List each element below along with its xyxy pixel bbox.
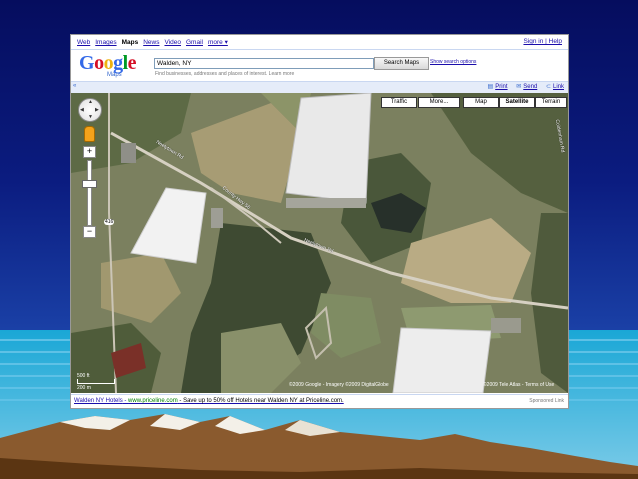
satellite-view-button[interactable]: Satellite — [499, 97, 535, 108]
search-maps-button[interactable]: Search Maps — [374, 57, 429, 70]
traffic-button[interactable]: Traffic — [381, 97, 417, 108]
nav-link-more[interactable]: more ▾ — [208, 39, 228, 46]
search-input[interactable]: Walden, NY — [154, 58, 374, 69]
more-layers-button[interactable]: More... — [418, 97, 460, 108]
map-view-button[interactable]: Map — [463, 97, 499, 108]
pegman-icon[interactable] — [84, 126, 95, 142]
printer-icon: ▤ — [487, 84, 494, 90]
nav-link-gmail[interactable]: Gmail — [186, 39, 203, 46]
browser-window: Web Images Maps News Video Gmail more ▾ Sign i… — [70, 34, 569, 409]
scale-bar — [77, 379, 115, 384]
print-link[interactable]: Print — [495, 84, 507, 90]
envelope-icon: ✉ — [516, 84, 522, 90]
search-hint-text: Find businesses, addresses and places of… — [155, 71, 295, 77]
pan-right-icon[interactable]: ▶ — [95, 107, 99, 113]
ad-title[interactable]: Walden NY Hotels — [74, 398, 123, 404]
scale-meters: 200 m — [77, 385, 91, 391]
sign-in-help-link[interactable]: Sign in | Help — [523, 38, 562, 45]
imagery-copyright: ©2009 Google - Imagery ©2009 DigitalGlob… — [289, 382, 389, 388]
link-link[interactable]: Link — [553, 84, 564, 90]
nav-link-images[interactable]: Images — [95, 39, 116, 46]
nav-link-news[interactable]: News — [143, 39, 159, 46]
logo-subtitle: Maps — [107, 72, 122, 78]
sponsored-label: Sponsored Link — [529, 398, 564, 404]
google-maps-logo[interactable]: Google Maps — [79, 53, 149, 79]
satellite-map[interactable]: Neelytown Rd County Hwy 56 Neelytown Rd … — [71, 93, 568, 393]
pan-control[interactable]: ▲ ◀ ▶ ▼ — [78, 98, 102, 122]
zoom-out-button[interactable]: − — [83, 226, 96, 238]
route-shield: 416 — [104, 219, 115, 225]
zoom-in-button[interactable]: + — [83, 146, 96, 158]
sponsored-ad-bar: Walden NY Hotels - www.priceline.com - S… — [71, 394, 568, 408]
terrain-view-button[interactable]: Terrain — [535, 97, 567, 108]
zoom-slider-thumb[interactable] — [82, 180, 97, 188]
ad-text: - Save up to 50% off Hotels near Walden … — [179, 398, 344, 404]
pan-up-icon[interactable]: ▲ — [88, 99, 93, 105]
pan-down-icon[interactable]: ▼ — [88, 114, 93, 120]
ad-link[interactable]: Walden NY Hotels - www.priceline.com - S… — [74, 395, 344, 408]
google-logo-wordmark: Google — [79, 52, 137, 74]
zoom-slider-track[interactable] — [87, 160, 92, 226]
nav-link-web[interactable]: Web — [77, 39, 90, 46]
product-links: Web Images Maps News Video Gmail more ▾ — [77, 38, 233, 46]
nav-link-video[interactable]: Video — [164, 39, 181, 46]
show-search-options-link[interactable]: Show search options — [430, 59, 476, 65]
link-icon: ⊂ — [545, 84, 551, 90]
google-top-nav: Web Images Maps News Video Gmail more ▾ Sign i… — [71, 35, 568, 50]
terms-of-use-link[interactable]: ©2009 Tele Atlas - Terms of Use — [483, 382, 554, 388]
search-row: Google Maps Walden, NY Search Maps Show … — [71, 50, 568, 80]
map-scale: 500 ft 200 m — [77, 373, 115, 391]
zoom-pan-control: ▲ ◀ ▶ ▼ + − — [76, 96, 104, 246]
collapse-panel-button[interactable]: « — [73, 83, 76, 89]
map-actions: ▤ Print ✉ Send ⊂ Link — [481, 83, 564, 90]
nav-link-maps[interactable]: Maps — [122, 39, 139, 46]
pan-left-icon[interactable]: ◀ — [80, 107, 84, 113]
send-link[interactable]: Send — [523, 84, 537, 90]
ad-url[interactable]: www.priceline.com — [128, 398, 178, 404]
